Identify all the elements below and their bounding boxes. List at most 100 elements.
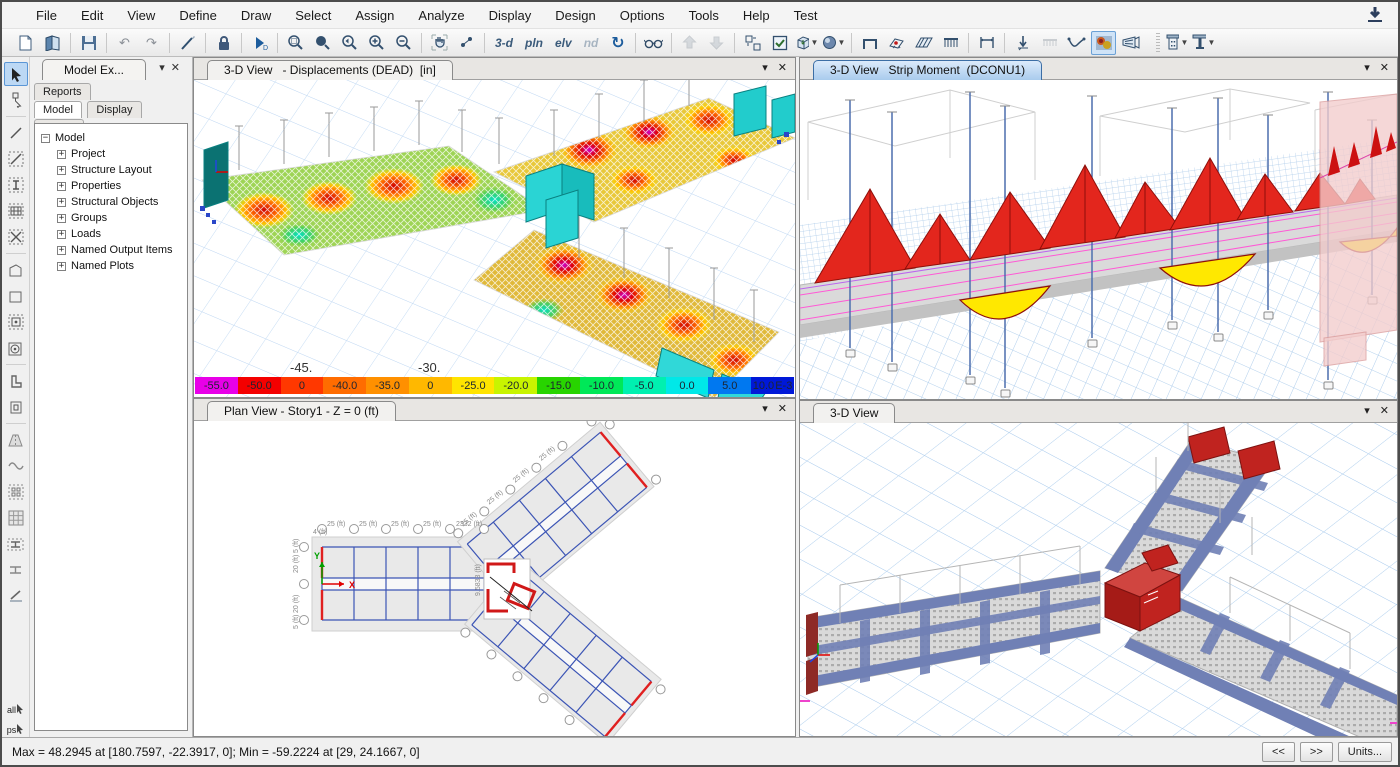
previous-result-button[interactable]: << xyxy=(1262,742,1295,762)
tree-item-structure-layout[interactable]: +Structure Layout xyxy=(41,162,185,178)
expand-icon[interactable]: + xyxy=(57,198,66,207)
draw-ramp-button[interactable] xyxy=(4,428,28,452)
tree-item-project[interactable]: +Project xyxy=(41,146,185,162)
draw-point-object-button[interactable] xyxy=(884,31,909,55)
expand-icon[interactable]: + xyxy=(57,246,66,255)
plan-view-viewport[interactable]: 25 (ft)25 (ft) 25 (ft)25 (ft) xyxy=(194,421,795,736)
snap-button[interactable] xyxy=(454,31,479,55)
displacement-view-titlebar[interactable]: 3-D View - Displacements (DEAD) [in] ▾✕ xyxy=(194,58,795,80)
select-check-button[interactable] xyxy=(767,31,792,55)
object-glasses-button[interactable] xyxy=(641,31,666,55)
expand-icon[interactable]: + xyxy=(57,214,66,223)
menu-design[interactable]: Design xyxy=(543,4,607,27)
explorer-dropdown-icon[interactable]: ▾ xyxy=(159,62,171,74)
draw-brace-object-button[interactable] xyxy=(4,225,28,249)
pane-close-icon[interactable]: ✕ xyxy=(1380,62,1389,74)
tree-item-loads[interactable]: +Loads xyxy=(41,226,185,242)
select-ps-button[interactable]: ps xyxy=(4,718,28,736)
tab-reports[interactable]: Reports xyxy=(34,83,91,100)
pan-button[interactable] xyxy=(427,31,452,55)
draw-column-button[interactable] xyxy=(4,395,28,419)
download-icon[interactable] xyxy=(1364,5,1386,25)
zoom-window-button[interactable] xyxy=(283,31,308,55)
object-shading-button[interactable]: ▼ xyxy=(821,31,846,55)
draw-support-button[interactable] xyxy=(938,31,963,55)
view-3d-button[interactable]: 3-d xyxy=(490,31,518,55)
plan-view-titlebar[interactable]: Plan View - Story1 - Z = 0 (ft) ▾ ✕ xyxy=(194,399,795,421)
model-3d-view-tab[interactable]: 3-D View xyxy=(813,403,895,423)
model-3d-viewport[interactable] xyxy=(800,423,1397,736)
show-deformed-button[interactable] xyxy=(1118,31,1143,55)
undo-button[interactable]: ↶ xyxy=(112,31,137,55)
beam-section-button[interactable]: ▼ xyxy=(1191,31,1216,55)
draw-beam-object-button[interactable] xyxy=(4,173,28,197)
menu-test[interactable]: Test xyxy=(782,4,830,27)
expand-icon[interactable]: + xyxy=(57,230,66,239)
view-elevation-button[interactable]: elv xyxy=(550,31,577,55)
select-multi-button[interactable] xyxy=(740,31,765,55)
lock-button[interactable] xyxy=(211,31,236,55)
pane-close-icon[interactable]: ✕ xyxy=(1380,405,1389,417)
move-up-button[interactable] xyxy=(677,31,702,55)
strip-moment-titlebar[interactable]: 3-D View Strip Moment (DCONU1) ▾ ✕ xyxy=(800,58,1397,80)
menu-assign[interactable]: Assign xyxy=(343,4,406,27)
zoom-out-button[interactable] xyxy=(391,31,416,55)
draw-frame-button[interactable] xyxy=(857,31,882,55)
draw-slab-rebar-grid-button[interactable] xyxy=(4,506,28,530)
tab-display[interactable]: Display xyxy=(87,101,141,118)
strip-moment-viewport[interactable] xyxy=(800,80,1397,399)
plan-view-tab[interactable]: Plan View - Story1 - Z = 0 (ft) xyxy=(207,401,396,421)
run-analysis-button[interactable]: D xyxy=(247,31,272,55)
new-file-button[interactable] xyxy=(13,31,38,55)
menu-options[interactable]: Options xyxy=(608,4,677,27)
expand-icon[interactable]: + xyxy=(57,166,66,175)
view-nd-button[interactable]: nd xyxy=(579,31,604,55)
units-button[interactable]: Units... xyxy=(1338,742,1392,762)
pane-close-icon[interactable]: ✕ xyxy=(778,62,787,74)
menu-file[interactable]: File xyxy=(24,4,69,27)
expand-icon[interactable]: + xyxy=(57,150,66,159)
save-button[interactable] xyxy=(76,31,101,55)
point-load-button[interactable] xyxy=(1010,31,1035,55)
menu-view[interactable]: View xyxy=(115,4,167,27)
model-explorer-title-tab[interactable]: Model Ex... xyxy=(42,59,146,80)
quick-draw-button[interactable] xyxy=(4,584,28,608)
select-all-button[interactable]: all xyxy=(4,698,28,716)
draw-pen-button[interactable] xyxy=(175,31,200,55)
pane-dropdown-icon[interactable]: ▾ xyxy=(1364,62,1370,74)
draw-beam-rebar-button[interactable] xyxy=(4,532,28,556)
draw-line-button[interactable] xyxy=(4,121,28,145)
menu-analyze[interactable]: Analyze xyxy=(406,4,476,27)
draw-tendon-button[interactable] xyxy=(1064,31,1089,55)
draw-wall-object-button[interactable] xyxy=(4,199,28,223)
strip-moment-tab[interactable]: 3-D View Strip Moment (DCONU1) xyxy=(813,60,1042,80)
draw-rect-area-button[interactable] xyxy=(4,284,28,308)
displacement-view-viewport[interactable]: -45. -30. -55.0-50.00-40.0-35.00-25.0-20… xyxy=(194,80,795,397)
zoom-in-button[interactable] xyxy=(364,31,389,55)
draw-design-strip-button[interactable] xyxy=(911,31,936,55)
pane-close-icon[interactable]: ✕ xyxy=(778,403,787,415)
menu-define[interactable]: Define xyxy=(167,4,229,27)
draw-area-at-point-button[interactable] xyxy=(4,310,28,334)
show-contours-button[interactable] xyxy=(1091,31,1116,55)
redo-button[interactable]: ↷ xyxy=(139,31,164,55)
tree-item-groups[interactable]: +Groups xyxy=(41,210,185,226)
draw-slab-rebar-button[interactable] xyxy=(4,480,28,504)
open-file-button[interactable] xyxy=(40,31,65,55)
menu-help[interactable]: Help xyxy=(731,4,782,27)
expand-icon[interactable]: + xyxy=(57,182,66,191)
tree-item-structural-objects[interactable]: +Structural Objects xyxy=(41,194,185,210)
menu-edit[interactable]: Edit xyxy=(69,4,115,27)
draw-tendon-side-button[interactable] xyxy=(4,454,28,478)
line-load-button[interactable] xyxy=(1037,31,1062,55)
menu-display[interactable]: Display xyxy=(477,4,544,27)
menu-select[interactable]: Select xyxy=(283,4,343,27)
pane-dropdown-icon[interactable]: ▾ xyxy=(1364,405,1370,417)
draw-polygon-area-button[interactable] xyxy=(4,258,28,282)
select-pointer-button[interactable] xyxy=(4,62,28,86)
draw-l-wall-button[interactable] xyxy=(4,369,28,393)
pane-dropdown-icon[interactable]: ▾ xyxy=(762,403,768,415)
tree-item-named-plots[interactable]: +Named Plots xyxy=(41,258,185,274)
tree-item-named-output-items[interactable]: +Named Output Items xyxy=(41,242,185,258)
next-result-button[interactable]: >> xyxy=(1300,742,1333,762)
